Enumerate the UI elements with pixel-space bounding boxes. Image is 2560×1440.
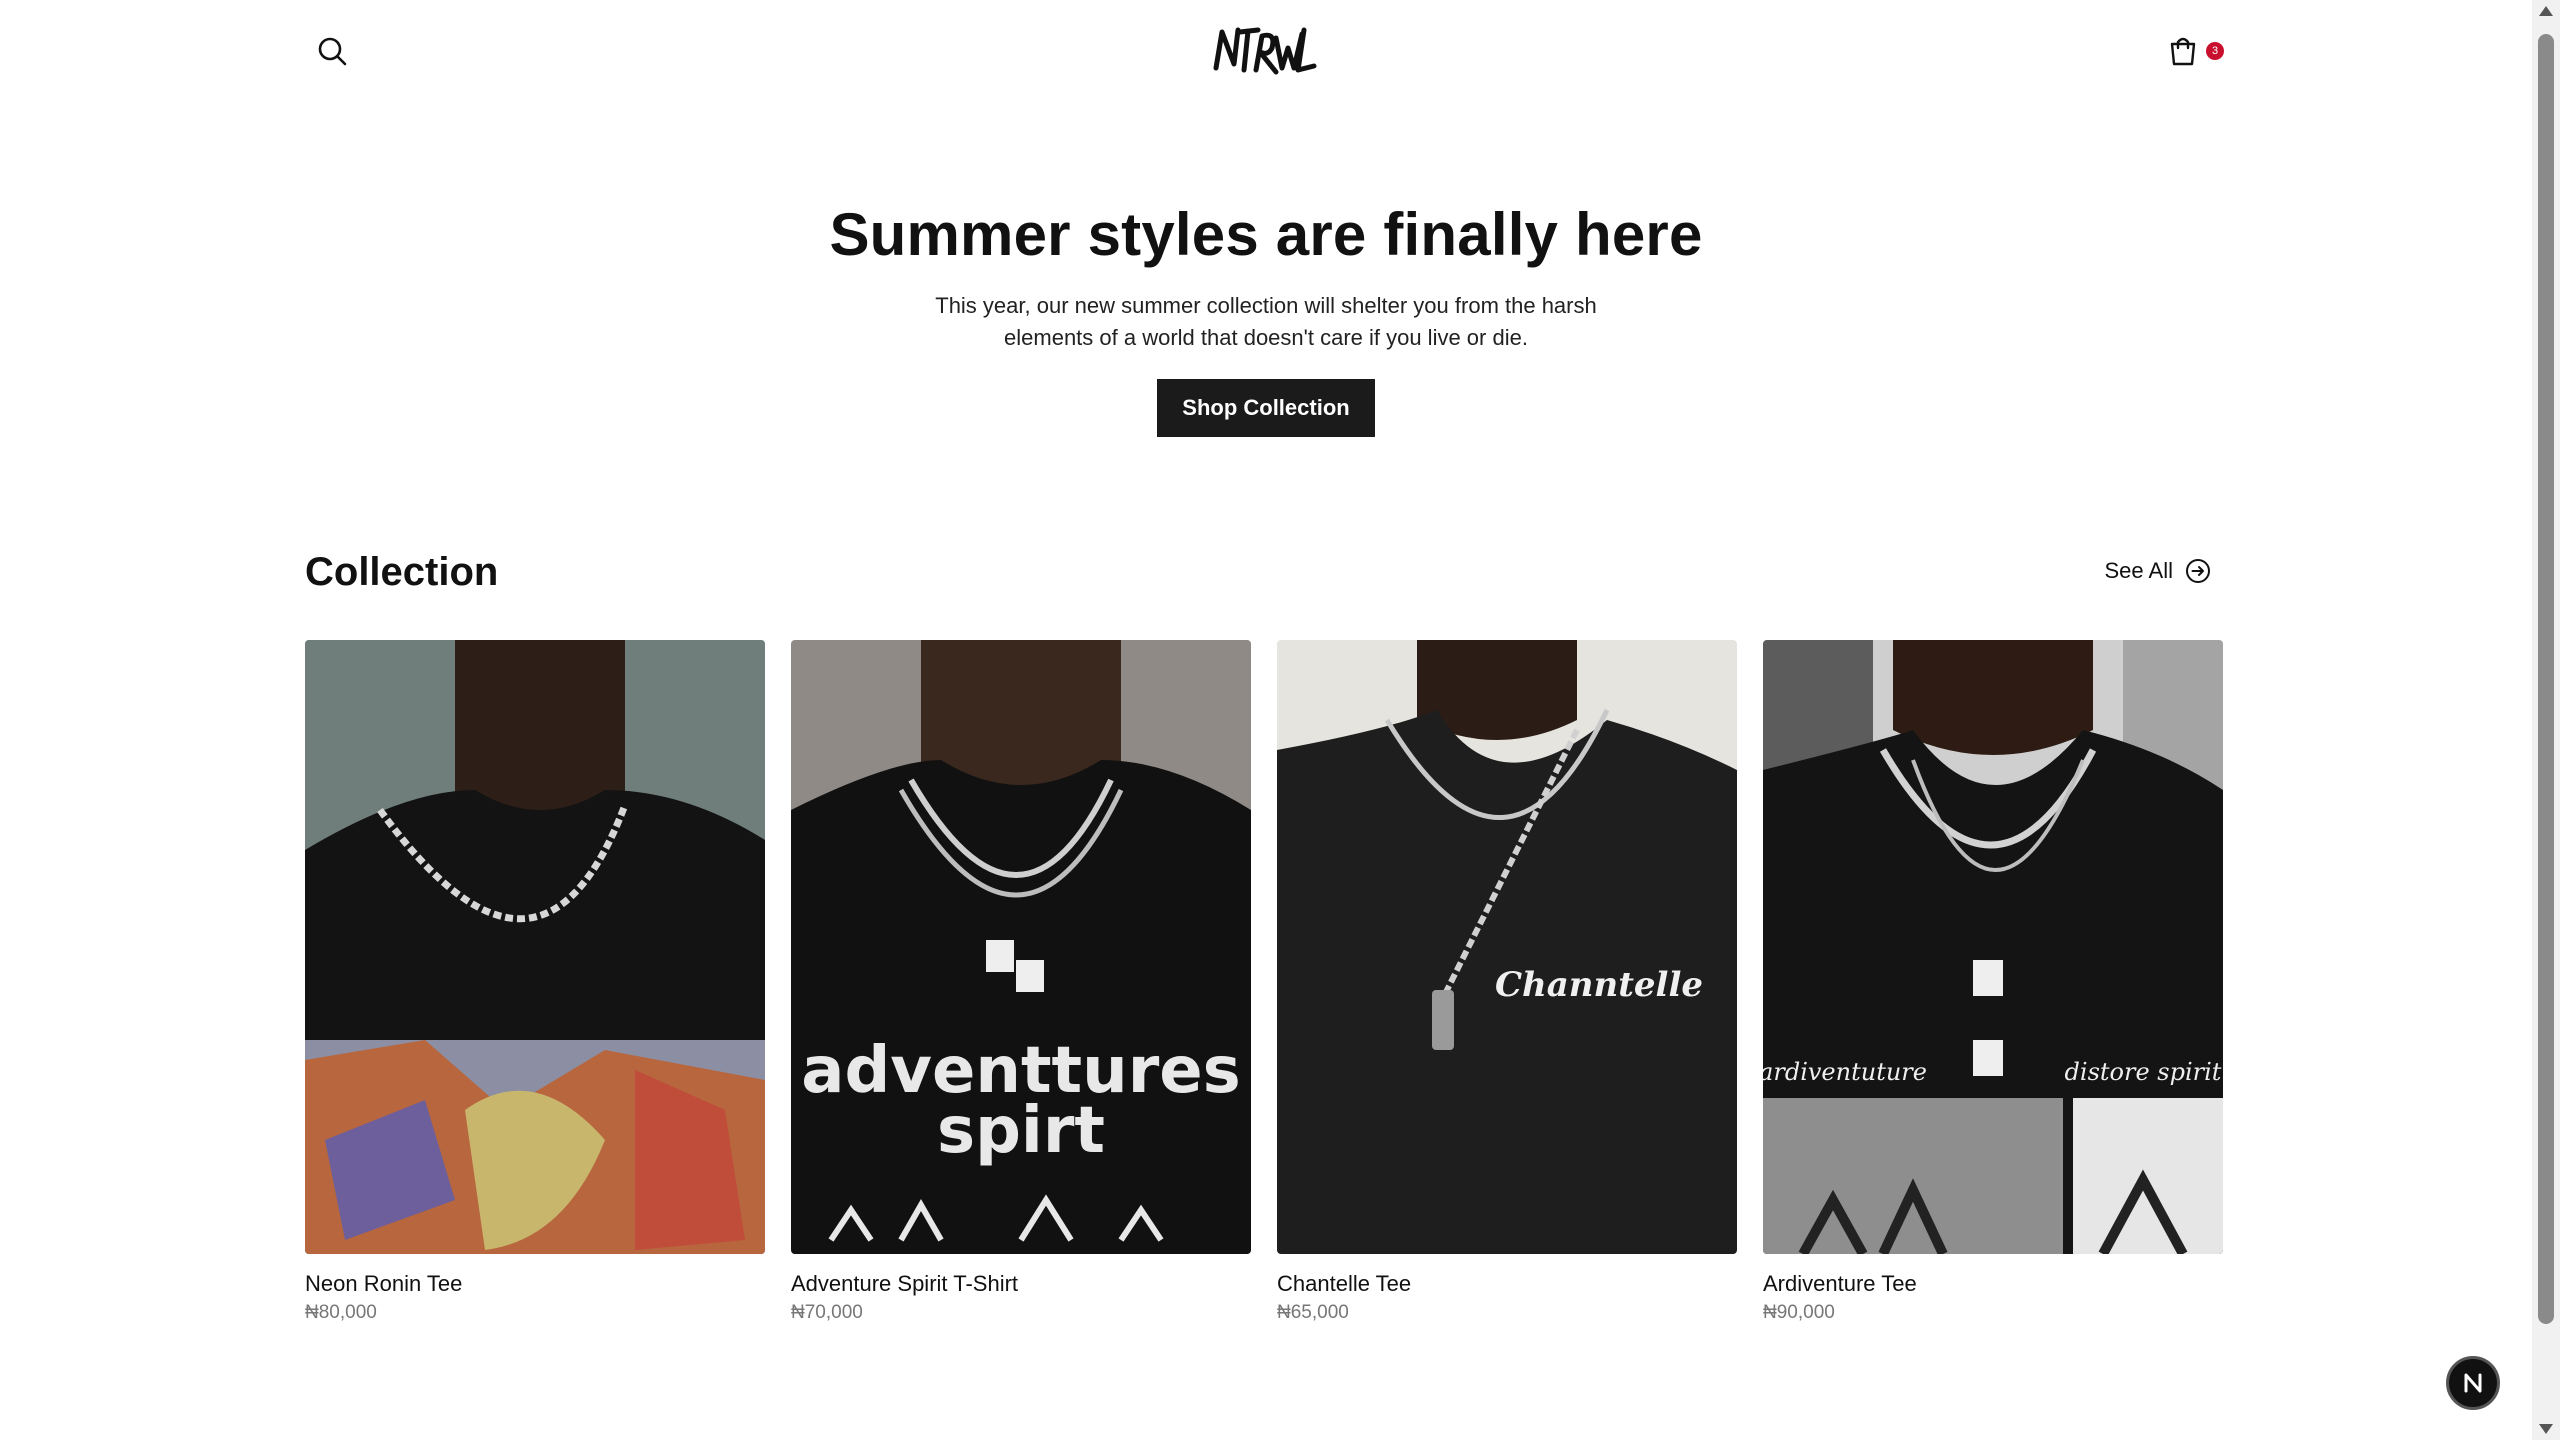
collection-header: Collection See All: [305, 540, 2225, 600]
shirt-print-text: distore spirit: [2065, 1058, 2222, 1086]
hero-title: Summer styles are finally here: [829, 201, 1703, 268]
hero-description: This year, our new summer collection wil…: [935, 293, 1597, 350]
product-grid: Neon Ronin Tee ₦80,000 adventtures spirt: [305, 640, 2225, 1326]
hero-section: Summer styles are finally here This year…: [0, 190, 2532, 437]
product-name[interactable]: Chantelle Tee: [1277, 1270, 1737, 1298]
product-card[interactable]: Channtelle Chantelle Tee ₦65,000: [1277, 640, 1737, 1326]
product-image[interactable]: [305, 640, 765, 1254]
product-image[interactable]: Channtelle: [1277, 640, 1737, 1254]
cart-bag-icon[interactable]: [2167, 34, 2199, 68]
collection-title: Collection: [305, 550, 499, 594]
cart-count-badge: 3: [2206, 42, 2224, 60]
search-icon[interactable]: [315, 34, 349, 68]
product-price: ₦65,000: [1277, 1302, 1349, 1323]
product-name[interactable]: Ardiventure Tee: [1763, 1270, 2223, 1298]
shirt-print-text: spirt: [937, 1094, 1105, 1168]
shirt-print-text: ardiventuture: [1763, 1058, 1927, 1086]
brand-logo[interactable]: [1210, 18, 1318, 82]
scroll-up-arrow-icon[interactable]: [2539, 6, 2553, 16]
product-price: ₦80,000: [305, 1302, 377, 1323]
product-card[interactable]: adventtures spirt Adventure Spirit T-Shi…: [791, 640, 1251, 1326]
scroll-down-arrow-icon[interactable]: [2539, 1424, 2553, 1434]
product-name[interactable]: Neon Ronin Tee: [305, 1270, 765, 1298]
floating-n-badge-icon[interactable]: [2446, 1356, 2500, 1410]
product-card[interactable]: ardiventuture distore spirit Ardiventure…: [1763, 640, 2223, 1326]
product-price: ₦70,000: [791, 1302, 863, 1323]
product-price: ₦90,000: [1763, 1302, 1835, 1323]
site-header: 3: [305, 0, 2225, 104]
scroll-thumb[interactable]: [2538, 34, 2554, 1324]
product-card[interactable]: Neon Ronin Tee ₦80,000: [305, 640, 765, 1326]
shirt-print-text: Channtelle: [1495, 965, 1703, 1005]
product-image[interactable]: ardiventuture distore spirit: [1763, 640, 2223, 1254]
page: 3 Summer styles are finally here This ye…: [0, 0, 2532, 1440]
see-all-label: See All: [2104, 558, 2174, 583]
arrow-right-circle-icon: [2186, 559, 2210, 583]
product-image[interactable]: adventtures spirt: [791, 640, 1251, 1254]
product-name[interactable]: Adventure Spirit T-Shirt: [791, 1270, 1251, 1298]
shop-collection-button[interactable]: Shop Collection: [1157, 379, 1375, 437]
see-all-link[interactable]: See All: [2105, 558, 2212, 584]
vertical-scrollbar[interactable]: [2532, 0, 2560, 1440]
